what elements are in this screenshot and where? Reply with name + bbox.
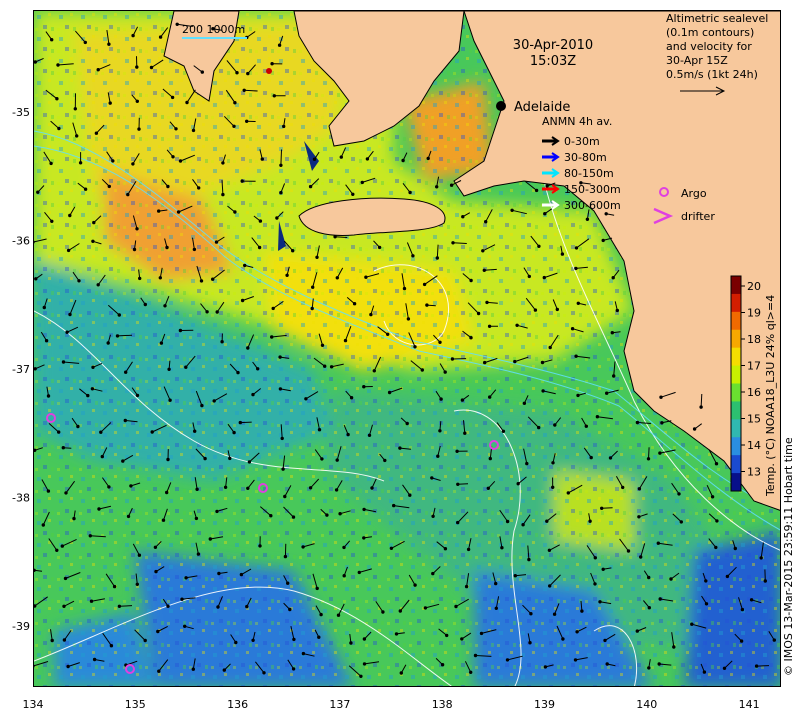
date-title: 30-Apr-2010 xyxy=(513,38,593,53)
colorbar-swatch xyxy=(731,276,741,295)
map-canvas: Adelaide 200 1000m 30-Apr-2010 15:03Z Al… xyxy=(34,11,780,686)
colorbar-tick-label: 18 xyxy=(747,333,761,346)
y-tick-label: -36 xyxy=(12,235,30,248)
drifter-legend-label: drifter xyxy=(681,210,715,223)
x-tick-label: 141 xyxy=(739,698,760,711)
colorbar-swatch xyxy=(731,419,741,438)
depth-legend-label: 150-300m xyxy=(564,183,621,196)
svg-text:Altimetric sealevel: Altimetric sealevel xyxy=(666,12,768,25)
y-tick-label: -37 xyxy=(12,363,30,376)
colorbar-swatch xyxy=(731,347,741,367)
depth-legend-label: 300-600m xyxy=(564,199,621,212)
colorbar-swatch xyxy=(731,311,741,331)
colorbar-swatch xyxy=(731,383,741,402)
svg-text:(0.1m contours): (0.1m contours) xyxy=(666,26,754,39)
svg-text:30-Apr 15Z: 30-Apr 15Z xyxy=(666,54,728,67)
scale-bar: 200 1000m xyxy=(182,23,247,39)
svg-text:and velocity for: and velocity for xyxy=(666,40,752,53)
y-tick-label: -38 xyxy=(12,492,30,505)
depth-legend-label: 0-30m xyxy=(564,135,600,148)
adelaide-marker xyxy=(496,101,506,111)
map-frame: Adelaide 200 1000m 30-Apr-2010 15:03Z Al… xyxy=(33,10,781,687)
svg-text:ANMN 4h av.: ANMN 4h av. xyxy=(542,115,612,128)
y-tick-label: -39 xyxy=(12,620,30,633)
colorbar-swatch xyxy=(731,455,741,474)
svg-text:200 1000m: 200 1000m xyxy=(182,23,245,36)
credit-text: © IMOS 13-Mar-2015 23:59:11 Hobart time xyxy=(782,437,795,676)
colorbar-swatch xyxy=(731,329,741,349)
colorbar-tick-label: 13 xyxy=(747,466,761,479)
svg-text:0.5m/s (1kt 24h): 0.5m/s (1kt 24h) xyxy=(666,68,758,81)
y-tick-label: -35 xyxy=(12,106,30,119)
x-tick-label: 140 xyxy=(636,698,657,711)
colorbar-swatch xyxy=(731,293,741,313)
x-tick-label: 138 xyxy=(432,698,453,711)
x-tick-label: 137 xyxy=(329,698,350,711)
argo-legend-label: Argo xyxy=(681,187,707,200)
x-tick-label: 139 xyxy=(534,698,555,711)
depth-legend-label: 80-150m xyxy=(564,167,614,180)
colorbar-tick-label: 15 xyxy=(747,413,761,426)
depth-legend-label: 30-80m xyxy=(564,151,607,164)
x-tick-label: 136 xyxy=(227,698,248,711)
colorbar-tick-label: 19 xyxy=(747,307,761,320)
time-title: 15:03Z xyxy=(530,54,576,69)
colorbar-tick-label: 17 xyxy=(747,360,761,373)
colorbar-swatch xyxy=(731,473,741,492)
x-tick-label: 135 xyxy=(125,698,146,711)
adelaide-label: Adelaide xyxy=(514,100,570,115)
svg-text:© IMOS 13-Mar-2015 23:59:11 Ho: © IMOS 13-Mar-2015 23:59:11 Hobart time xyxy=(782,437,795,676)
colorbar-tick-label: 14 xyxy=(747,439,761,452)
colorbar-swatch xyxy=(731,437,741,456)
colorbar-tick-label: 20 xyxy=(747,280,761,293)
colorbar-swatch xyxy=(731,365,741,384)
colorbar-tick-label: 16 xyxy=(747,386,761,399)
colorbar-swatch xyxy=(731,401,741,420)
